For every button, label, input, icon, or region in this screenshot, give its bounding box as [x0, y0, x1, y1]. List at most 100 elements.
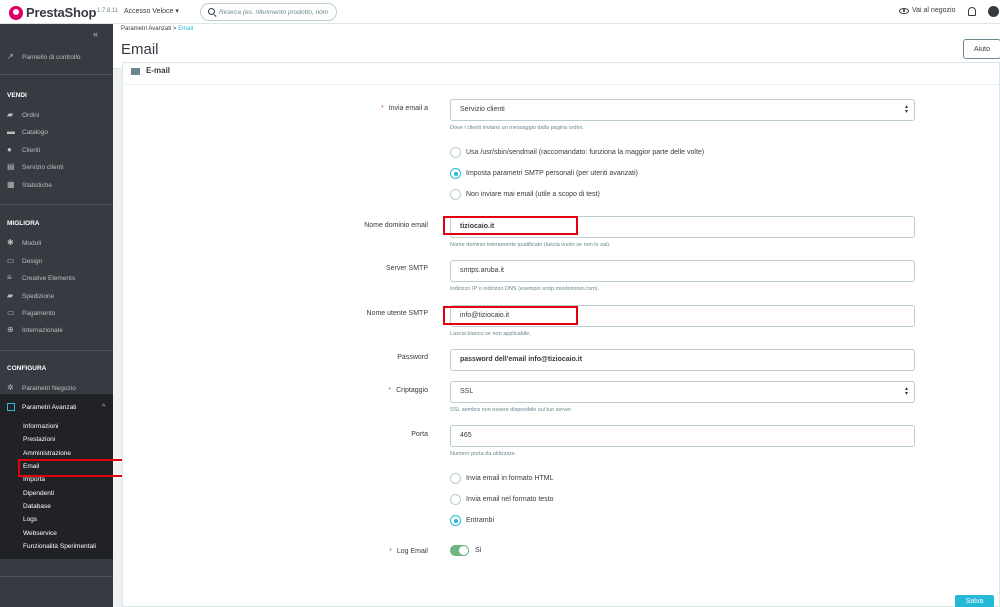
sidebar-item-dashboard[interactable]: ↗ Pannello di controllo	[7, 53, 81, 61]
help-button[interactable]: Aiuto	[963, 39, 1000, 59]
sidebar-item-label: Spedizione	[22, 292, 55, 300]
top-bar: PrestaShop 1.7.8.11 Accesso Veloce ▾ Ric…	[0, 0, 1000, 24]
radio-html[interactable]	[450, 473, 461, 484]
radio-label: Invia email in formato HTML	[466, 475, 554, 482]
format-option-text[interactable]: Invia email nel formato testo	[450, 494, 554, 505]
trending-icon: ↗	[7, 52, 14, 61]
sidebar-item-orders[interactable]: ▰ Ordini	[7, 111, 39, 119]
quick-access-dropdown[interactable]: Accesso Veloce ▾	[124, 7, 179, 15]
domain-help: Nome dominio interamente qualificato (la…	[450, 242, 611, 248]
send-to-select[interactable]: Servizio clienti ▴ ▾	[450, 99, 915, 121]
method-option-never[interactable]: Non inviare mai email (utile a scopo di …	[450, 189, 600, 200]
crypto-help: SSL sembra non essere disponibile sul tu…	[450, 407, 573, 413]
search-input[interactable]: Ricerca (es. riferimento prodotto, nom	[219, 9, 328, 16]
sidebar-divider	[0, 204, 113, 205]
sidebar-item-catalog[interactable]: ▬ Catalogo	[7, 128, 48, 136]
sidebar-item-creative-elements[interactable]: ≡ Creative Elements	[7, 274, 75, 282]
required-marker: *	[388, 387, 392, 394]
send-to-value: Servizio clienti	[460, 106, 505, 113]
select-caret-icon: ▴ ▾	[904, 386, 908, 397]
password-input[interactable]: password dell'email info@tiziocaio.it	[450, 349, 915, 371]
email-panel: E-mail	[122, 62, 1000, 607]
sidebar-item-label: Clienti	[22, 146, 41, 154]
panel-header: E-mail	[123, 63, 999, 85]
sub-item-experimental-features[interactable]: Funzionalità Sperimentali	[23, 543, 96, 550]
log-email-switch[interactable]: Sì	[450, 545, 482, 556]
save-button[interactable]: Salva	[955, 595, 994, 607]
sidebar-item-stats[interactable]: ▦ Statistiche	[7, 181, 52, 189]
sidebar-item-shipping[interactable]: ▰ Spedizione	[7, 292, 54, 300]
view-shop-link[interactable]: Vai al negozio	[899, 7, 955, 14]
search-box[interactable]: Ricerca (es. riferimento prodotto, nom	[200, 3, 337, 21]
sidebar-item-label: Pannello di controllo	[22, 53, 81, 61]
sidebar-item-label: Design	[22, 257, 43, 265]
user-avatar-icon[interactable]	[988, 6, 999, 17]
sub-item-import[interactable]: Importa	[23, 476, 45, 483]
toggle-switch[interactable]	[450, 545, 469, 556]
chart-icon: ▦	[7, 180, 15, 189]
notifications-bell-icon[interactable]	[968, 7, 976, 16]
crypto-select[interactable]: SSL ▴ ▾	[450, 381, 915, 403]
radio-label: Invia email nel formato testo	[466, 496, 554, 503]
user-help: Lascia bianco se non applicabile.	[450, 331, 531, 337]
required-marker: *	[389, 548, 392, 555]
server-label: Server SMTP	[385, 265, 428, 272]
sidebar-item-customers[interactable]: ● Clienti	[7, 146, 40, 154]
breadcrumb-current[interactable]: Email	[178, 26, 193, 32]
sub-item-performance[interactable]: Prestazioni	[23, 436, 55, 443]
sub-item-information[interactable]: Informazioni	[23, 423, 58, 430]
sidebar-item-payment[interactable]: ▭ Pagamento	[7, 309, 55, 317]
collapse-sidebar-icon[interactable]: «	[93, 29, 98, 39]
format-option-both[interactable]: Entrambi	[450, 515, 494, 526]
breadcrumb-parent[interactable]: Parametri Avanzati	[121, 26, 171, 32]
sub-item-logs[interactable]: Logs	[23, 516, 37, 523]
chevron-up-icon[interactable]: ^	[102, 404, 105, 411]
send-to-label-text: Invia email a	[388, 105, 428, 112]
sidebar-item-customer-service[interactable]: ▤ Servizio clienti	[7, 163, 64, 171]
sub-item-database[interactable]: Database	[23, 503, 51, 510]
panel-title: E-mail	[146, 66, 171, 75]
sidebar-item-international[interactable]: ⊕ Internazionale	[7, 326, 63, 334]
sub-item-administration[interactable]: Amministrazione	[23, 450, 71, 457]
user-highlight-box	[443, 306, 578, 325]
radio-both[interactable]	[450, 515, 461, 526]
sub-item-employees[interactable]: Dipendenti	[23, 490, 54, 497]
settings-icon: ✲	[7, 383, 14, 392]
eye-icon	[899, 7, 909, 14]
domain-highlight-box	[443, 216, 578, 235]
radio-label: Non inviare mai email (utile a scopo di …	[466, 191, 600, 198]
method-option-sendmail[interactable]: Usa /usr/sbin/sendmail (raccomandato: fu…	[450, 147, 704, 158]
sidebar-item-design[interactable]: ▭ Design	[7, 257, 42, 265]
server-help: Indirizzo IP o indirizzo DNS (esempio sm…	[450, 286, 600, 292]
method-option-smtp[interactable]: Imposta parametri SMTP personali (per ut…	[450, 168, 638, 179]
elements-icon: ≡	[7, 273, 12, 282]
envelope-icon	[131, 68, 140, 75]
radio-sendmail[interactable]	[450, 147, 461, 158]
sub-item-webservice[interactable]: Webservice	[23, 530, 57, 537]
log-label-text: Log Email	[396, 548, 428, 555]
sidebar-divider	[0, 350, 113, 351]
send-to-help: Dove i clienti inviano un messaggio dall…	[450, 125, 584, 131]
radio-text[interactable]	[450, 494, 461, 505]
server-input[interactable]: smtps.aruba.it	[450, 260, 915, 282]
crypto-value: SSL	[460, 388, 474, 395]
port-input[interactable]: 465	[450, 425, 915, 447]
format-option-html[interactable]: Invia email in formato HTML	[450, 473, 554, 484]
store-icon: ▬	[7, 127, 15, 136]
section-vendi: VENDI	[7, 92, 27, 99]
sidebar-item-modules[interactable]: ✱ Moduli	[7, 239, 41, 247]
page-title: Email	[121, 41, 159, 58]
crypto-label-text: Criptaggio	[396, 387, 428, 394]
prestashop-logo[interactable]: PrestaShop	[9, 5, 96, 20]
globe-icon: ⊕	[7, 325, 14, 334]
sidebar-item-shop-parameters[interactable]: ✲ Parametri Negozio	[7, 384, 76, 392]
basket-icon: ▰	[7, 110, 14, 119]
radio-smtp[interactable]	[450, 168, 461, 179]
radio-never[interactable]	[450, 189, 461, 200]
account-icon: ●	[7, 145, 12, 154]
sidebar-item-advanced-parameters[interactable]: Parametri Avanzati	[7, 403, 76, 411]
sidebar-divider	[0, 576, 113, 577]
sidebar-item-label: Parametri Avanzati	[22, 403, 77, 411]
sidebar-item-label: Catalogo	[22, 128, 49, 136]
prestashop-logo-icon	[9, 5, 23, 20]
